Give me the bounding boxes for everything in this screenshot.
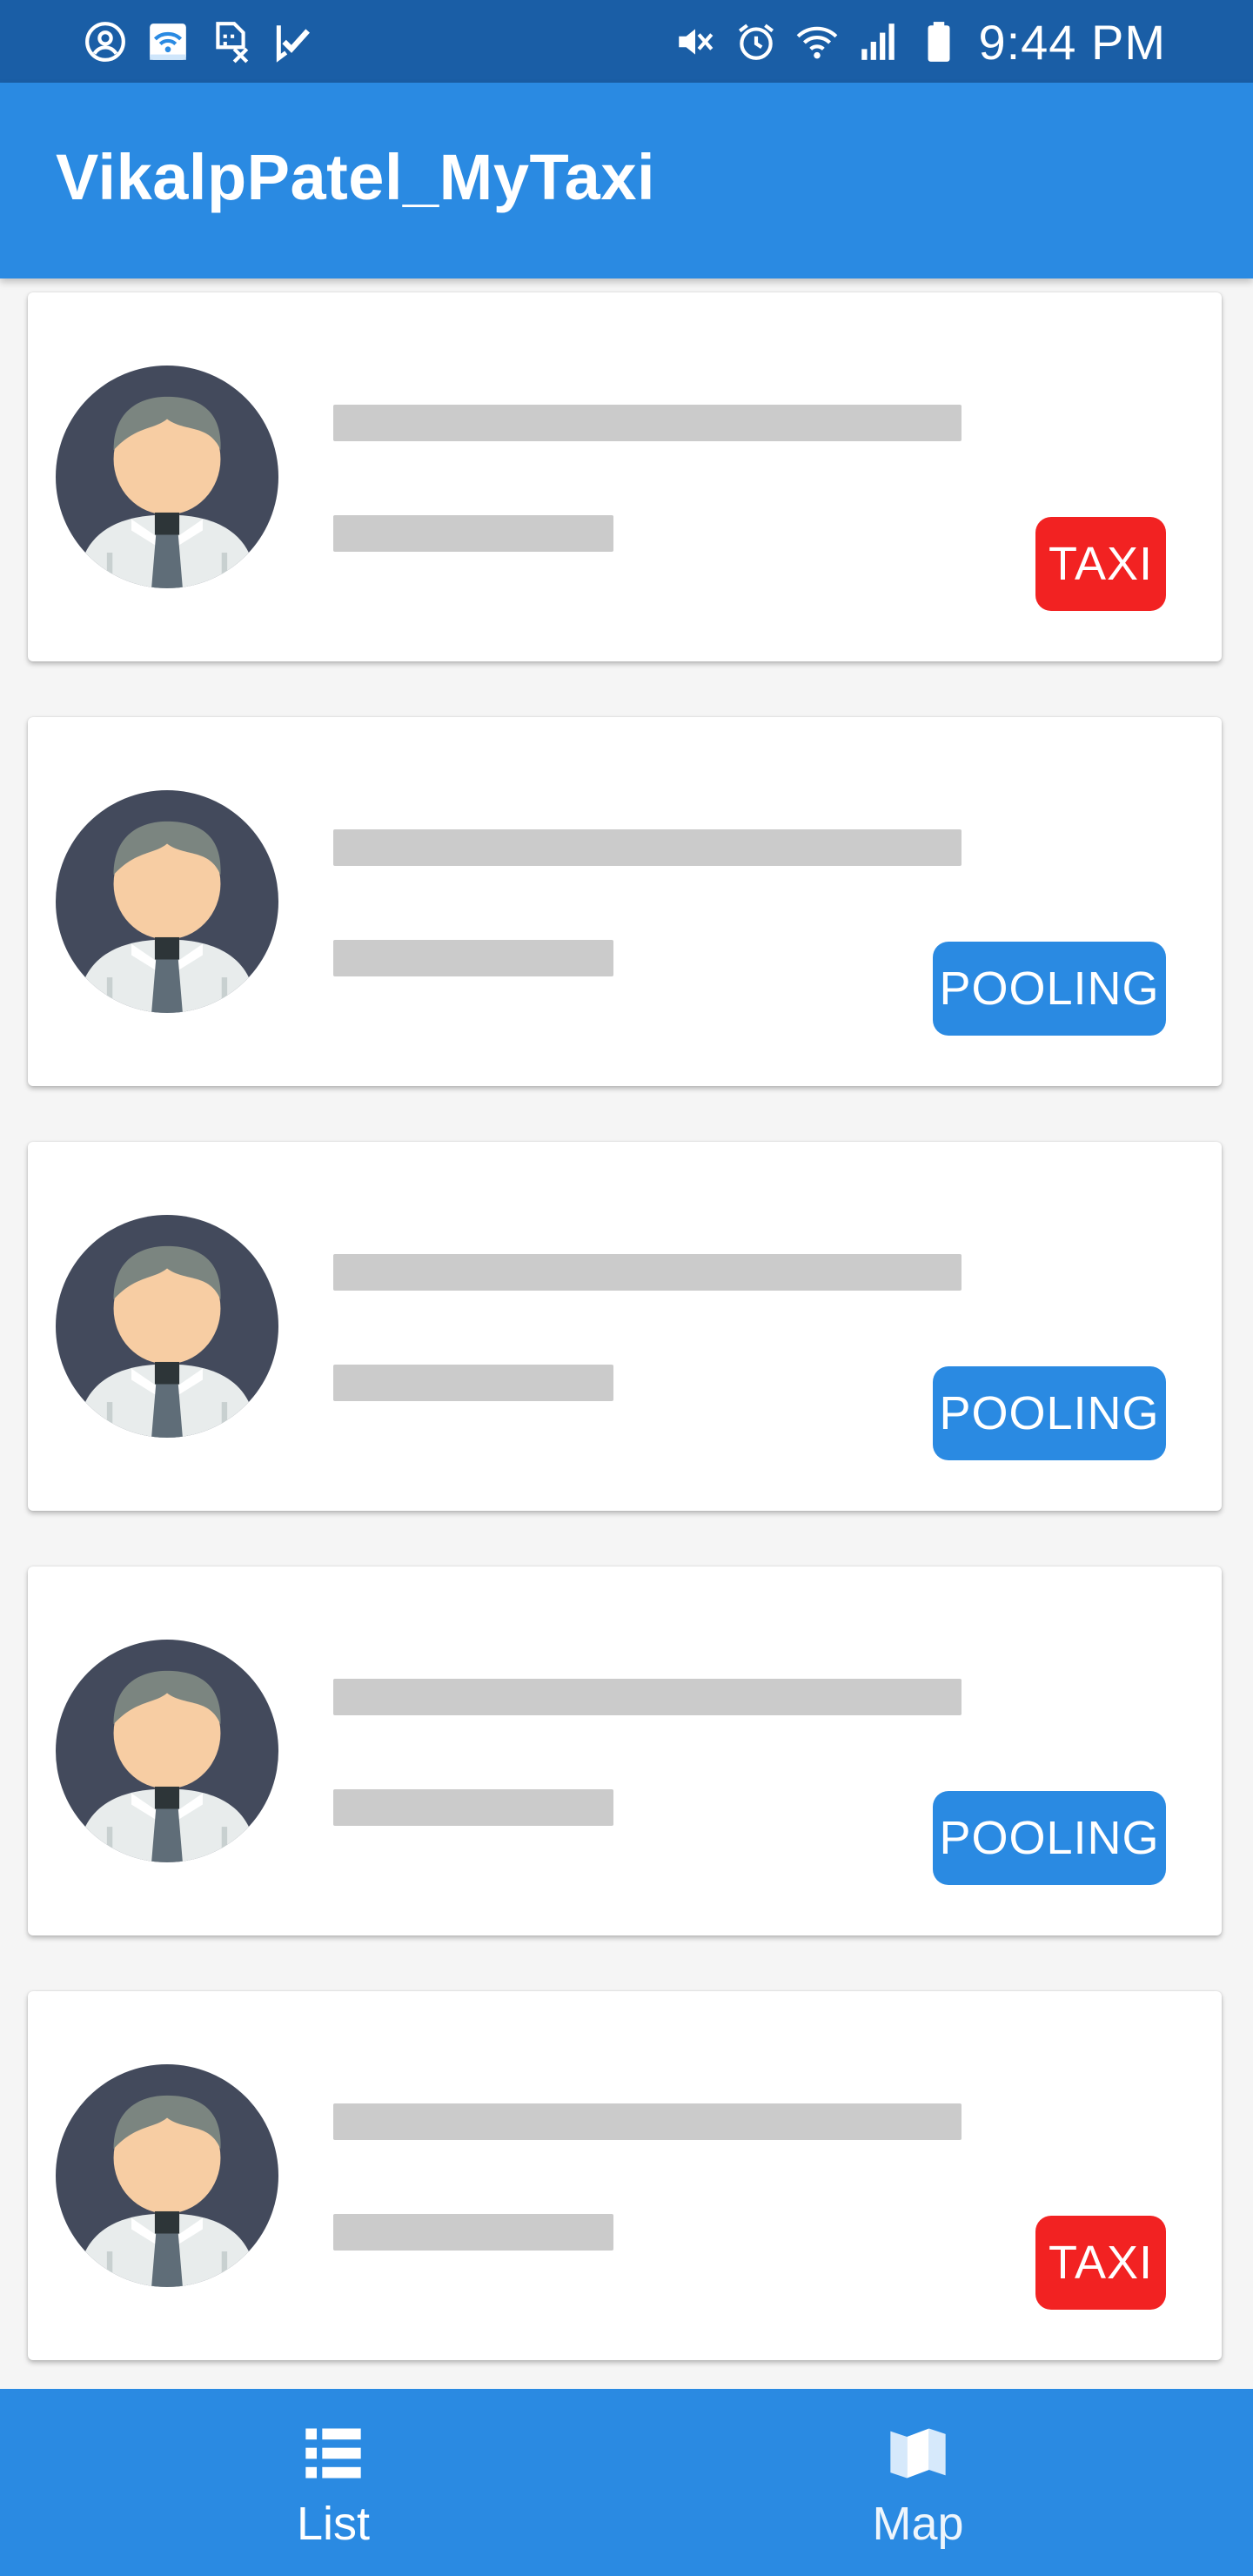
- nav-item-list[interactable]: List: [203, 2389, 464, 2576]
- vehicle-card[interactable]: POOLING: [28, 1566, 1222, 1935]
- wifi-icon: [797, 26, 838, 59]
- subtitle-placeholder: [333, 515, 613, 552]
- driver-avatar: [56, 2064, 278, 2287]
- pooling-badge: POOLING: [933, 942, 1166, 1036]
- title-placeholder: [333, 2103, 962, 2140]
- alarm-icon: [739, 23, 774, 60]
- driver-avatar: [56, 1215, 278, 1438]
- title-placeholder: [333, 1254, 962, 1291]
- subtitle-placeholder: [333, 2214, 613, 2251]
- vehicle-card[interactable]: POOLING: [28, 717, 1222, 1086]
- driver-avatar: [56, 366, 278, 588]
- vehicle-card[interactable]: POOLING: [28, 1142, 1222, 1511]
- bottom-navigation: List Map: [0, 2389, 1253, 2576]
- vehicle-card[interactable]: TAXI: [28, 292, 1222, 661]
- map-icon: [890, 2428, 946, 2479]
- check-icon: [276, 25, 310, 63]
- subtitle-placeholder: [333, 1789, 613, 1826]
- app-title: VikalpPatel_MyTaxi: [56, 141, 656, 213]
- list-icon: [305, 2428, 361, 2479]
- driver-avatar: [56, 790, 278, 1013]
- account-circle-icon: [85, 22, 125, 62]
- pooling-badge: POOLING: [933, 1366, 1166, 1460]
- status-bar-right-icons: 9:44 PM: [673, 14, 1166, 70]
- subtitle-placeholder: [333, 1365, 613, 1401]
- title-placeholder: [333, 405, 962, 441]
- nav-item-list-label: List: [296, 2498, 371, 2550]
- driver-avatar: [56, 1640, 278, 1862]
- status-time: 9:44 PM: [978, 14, 1166, 70]
- title-placeholder: [333, 829, 962, 866]
- taxi-badge: TAXI: [1035, 2216, 1166, 2310]
- nav-item-map-label: Map: [872, 2498, 964, 2550]
- battery-icon: [928, 22, 950, 62]
- sim-no-icon: [216, 22, 249, 64]
- vehicle-list[interactable]: TAXI POOLING POOLING POOLING TAXI: [0, 278, 1253, 2389]
- mute-icon: [679, 29, 714, 55]
- status-bar-left-icons: [84, 19, 315, 64]
- subtitle-placeholder: [333, 940, 613, 976]
- status-bar: 9:44 PM: [0, 0, 1253, 83]
- signal-icon: [861, 23, 895, 60]
- pooling-badge: POOLING: [933, 1791, 1166, 1885]
- nav-item-map[interactable]: Map: [787, 2389, 1049, 2576]
- title-placeholder: [333, 1679, 962, 1715]
- wifi-settings-icon: [150, 23, 186, 60]
- vehicle-card[interactable]: TAXI: [28, 1991, 1222, 2360]
- app-bar: VikalpPatel_MyTaxi: [0, 83, 1253, 278]
- taxi-badge: TAXI: [1035, 517, 1166, 611]
